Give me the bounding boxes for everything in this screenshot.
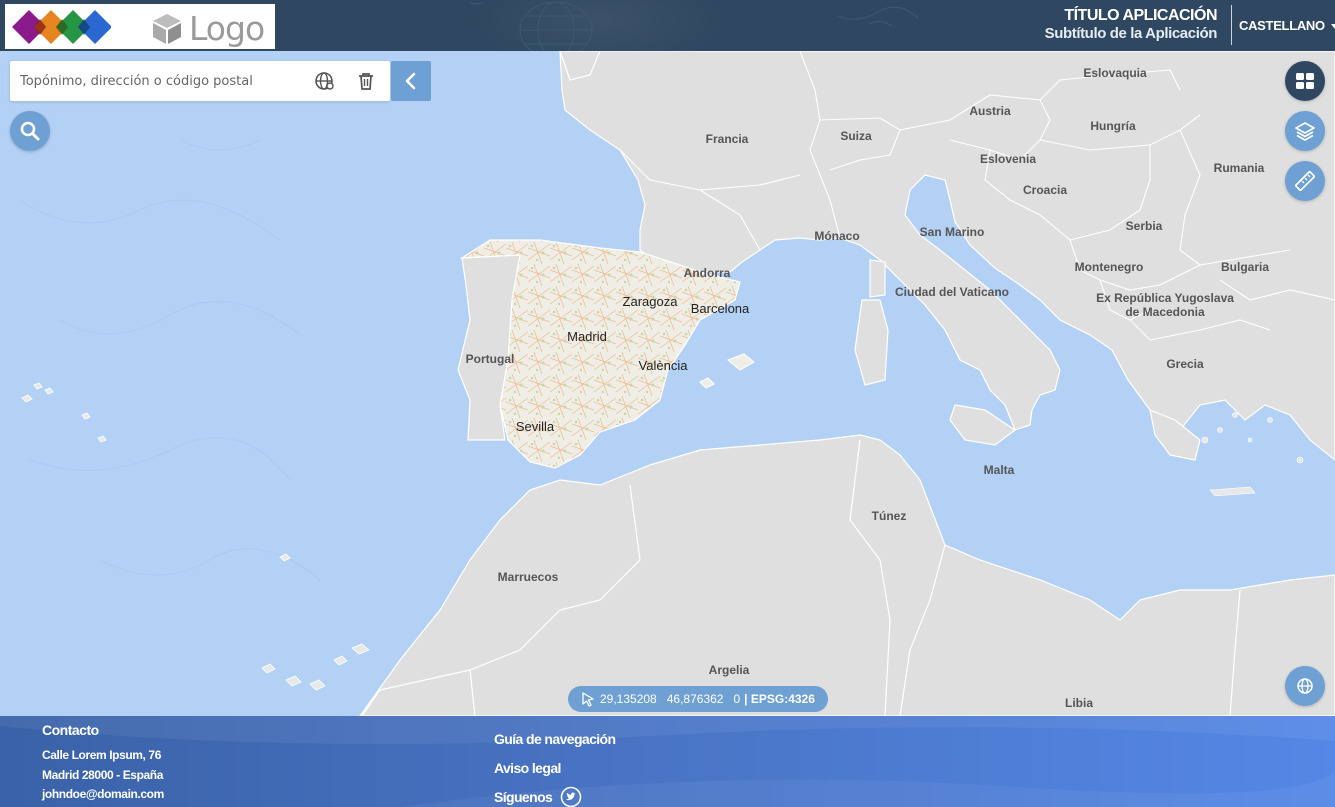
clear-search-button[interactable]	[354, 69, 378, 93]
ruler-icon	[1295, 171, 1315, 191]
app-header: Logo TÍTULO APLICACIÓN Subtítulo de la A…	[0, 0, 1335, 51]
link-navigation-guide[interactable]: Guía de navegación	[494, 724, 616, 753]
label-city-sevilla: Sevilla	[515, 419, 555, 434]
header-divider	[1231, 5, 1232, 45]
measure-button[interactable]	[1285, 161, 1325, 201]
logo-wordmark: Logo	[151, 9, 265, 48]
app-subtitle: Subtítulo de la Aplicación	[1044, 25, 1218, 42]
map-canvas[interactable]: Francia Suiza Austria Eslovaquia Hungría…	[0, 51, 1335, 716]
label-country-libia: Libia	[1064, 696, 1094, 710]
label-city-zaragoza: Zaragoza	[622, 294, 678, 309]
chevron-left-icon	[405, 72, 416, 90]
map-basemap	[0, 51, 1335, 716]
contact-block: Contacto Calle Lorem Ipsum, 76 Madrid 28…	[42, 722, 164, 805]
coord-z: 0	[733, 692, 741, 706]
label-city-barcelona: Barcelona	[690, 301, 750, 316]
app-title-block: TÍTULO APLICACIÓN Subtítulo de la Aplica…	[1044, 6, 1218, 43]
label-country-suiza: Suiza	[840, 129, 872, 143]
logo-text: Logo	[189, 9, 265, 48]
link-legal-label: Aviso legal	[494, 759, 561, 776]
link-navigation-guide-label: Guía de navegación	[494, 730, 616, 747]
label-country-portugal: Portugal	[465, 352, 515, 366]
search-bar	[10, 61, 390, 101]
twitter-icon[interactable]	[560, 786, 582, 807]
label-country-vaticano: Ciudad del Vaticano	[894, 285, 1010, 299]
label-country-serbia: Serbia	[1125, 219, 1163, 233]
language-selector[interactable]: CASTELLANO	[1239, 18, 1335, 33]
basemap-button[interactable]	[1285, 666, 1325, 706]
link-follow-label: Síguenos	[494, 788, 553, 805]
label-city-valencia: València	[638, 358, 688, 373]
cube-icon	[153, 13, 181, 44]
label-city-madrid: Madrid	[567, 329, 607, 344]
trash-icon	[359, 73, 373, 90]
search-input[interactable]	[20, 61, 310, 101]
link-legal[interactable]: Aviso legal	[494, 753, 615, 782]
search-button[interactable]	[10, 111, 50, 151]
label-country-monaco: Mónaco	[814, 229, 860, 243]
label-country-eslovenia: Eslovenia	[979, 152, 1037, 166]
label-country-macedonia: Ex República Yugoslava de Macedonia	[1096, 291, 1234, 319]
label-country-argelia: Argelia	[708, 663, 750, 677]
label-country-malta: Malta	[983, 463, 1015, 477]
label-country-san-marino: San Marino	[919, 225, 985, 239]
coord-x: 29,135208	[600, 692, 657, 706]
label-country-hungria: Hungría	[1090, 119, 1136, 133]
label-country-croacia: Croacia	[1022, 183, 1068, 197]
label-country-eslovaquia: Eslovaquia	[1083, 66, 1147, 80]
label-country-rumania: Rumania	[1213, 161, 1265, 175]
label-country-francia: Francia	[705, 132, 749, 146]
logo[interactable]: Logo	[5, 4, 275, 49]
label-country-grecia: Grecia	[1166, 357, 1204, 371]
contact-email[interactable]: johndoe@domain.com	[42, 785, 164, 805]
label-country-austria: Austria	[969, 104, 1011, 118]
address-line2: Madrid 28000 - España	[42, 767, 163, 782]
search-icon	[20, 121, 40, 141]
coordinates-display: 29,135208 46,876362 0 | EPSG:4326	[568, 686, 828, 712]
globe-icon	[315, 72, 334, 90]
link-follow[interactable]: Síguenos	[494, 782, 615, 807]
globe-search-button[interactable]	[312, 69, 336, 93]
coord-y: 46,876362	[666, 692, 724, 706]
footer-waves	[0, 716, 1335, 807]
label-country-marruecos: Marruecos	[497, 570, 559, 584]
apps-button[interactable]	[1285, 61, 1325, 101]
app-title: TÍTULO APLICACIÓN	[1064, 7, 1217, 24]
grid-icon	[1296, 73, 1314, 89]
cursor-icon	[582, 692, 594, 707]
address-line1: Calle Lorem Ipsum, 76	[42, 748, 161, 762]
label-country-tunez: Túnez	[871, 509, 907, 523]
footer-links: Guía de navegación Aviso legal Síguenos	[494, 724, 616, 807]
label-country-bulgaria: Bulgaria	[1220, 260, 1270, 274]
logo-mark-icon	[12, 10, 111, 44]
label-country-andorra: Andorra	[683, 266, 731, 280]
collapse-panel-button[interactable]	[391, 61, 431, 101]
language-label: CASTELLANO	[1239, 18, 1325, 33]
caret-down-icon	[1330, 24, 1335, 29]
world-icon	[1297, 678, 1313, 694]
contact-heading: Contacto	[42, 722, 99, 738]
label-country-montenegro: Montenegro	[1074, 260, 1144, 274]
coord-epsg: | EPSG:4326	[744, 692, 815, 706]
layers-icon	[1295, 122, 1315, 141]
footer: Contacto Calle Lorem Ipsum, 76 Madrid 28…	[0, 716, 1335, 807]
layers-button[interactable]	[1285, 111, 1325, 151]
